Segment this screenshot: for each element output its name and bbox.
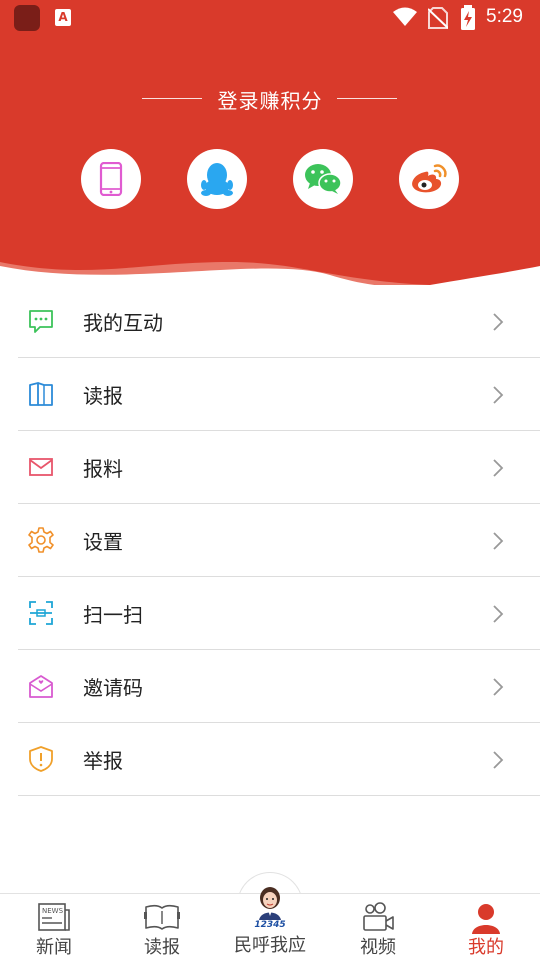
profile-icon (472, 904, 500, 934)
scan-icon (29, 601, 53, 625)
menu-item-invite-code[interactable]: 邀请码 (18, 650, 540, 723)
menu-item-scan[interactable]: 扫一扫 (18, 577, 540, 650)
chevron-right-icon (493, 532, 504, 550)
bottom-nav: NEWS 新闻 读报 12345 民呼我应 视频 我的 (0, 887, 540, 960)
menu-item-report[interactable]: 举报 (18, 723, 540, 796)
qq-icon (201, 163, 233, 196)
nav-tab-label: 民呼我应 (234, 935, 306, 956)
menu-item-my-interactions[interactable]: 我的互动 (18, 285, 540, 358)
menu-item-label: 设置 (83, 530, 123, 554)
wifi-icon (393, 7, 417, 26)
qq-login-button[interactable] (187, 149, 247, 209)
nav-tab-news[interactable]: NEWS 新闻 (0, 894, 108, 960)
status-bar: A 5:29 (0, 0, 540, 36)
app-badge-icon: A (55, 9, 71, 26)
battery-charging-icon (461, 5, 475, 30)
menu-item-read-paper[interactable]: 读报 (18, 358, 540, 431)
menu-item-label: 邀请码 (83, 676, 143, 700)
phone-icon (99, 162, 123, 196)
nav-tab-read-paper[interactable]: 读报 (108, 894, 216, 960)
profile-header: A 5:29 登录赚积分 (0, 0, 540, 285)
wechat-login-button[interactable] (293, 149, 353, 209)
nav-tab-label: 视频 (360, 937, 396, 958)
divider-right (337, 98, 397, 99)
weibo-icon (412, 164, 447, 193)
menu-item-label: 举报 (83, 749, 123, 773)
nav-tab-video[interactable]: 视频 (324, 894, 432, 960)
nav-tab-label: 读报 (144, 937, 180, 958)
video-icon (363, 902, 394, 931)
chevron-right-icon (493, 459, 504, 477)
nav-tab-profile[interactable]: 我的 (432, 894, 540, 960)
menu-item-submit-tip[interactable]: 报料 (18, 431, 540, 504)
chevron-right-icon (493, 751, 504, 769)
gear-icon (28, 527, 54, 553)
menu-item-label: 读报 (83, 384, 123, 408)
chevron-right-icon (493, 678, 504, 696)
paper-icon (144, 904, 180, 930)
chevron-right-icon (493, 386, 504, 404)
mail-icon (29, 458, 53, 476)
service-number: 12345 (254, 920, 286, 930)
header-wave (0, 262, 540, 285)
report-shield-icon (29, 746, 53, 772)
menu-list: 我的互动 读报 报料 设置 扫一扫 邀请码 举报 (18, 285, 540, 796)
nav-tab-citizen-service[interactable]: 12345 民呼我应 (216, 887, 324, 960)
nav-tab-label: 新闻 (36, 937, 72, 958)
chat-icon (29, 310, 53, 333)
no-sim-icon (428, 7, 448, 29)
menu-item-label: 报料 (83, 457, 123, 481)
menu-item-settings[interactable]: 设置 (18, 504, 540, 577)
weibo-login-button[interactable] (399, 149, 459, 209)
newspaper-book-icon (29, 382, 53, 406)
wechat-icon (305, 164, 342, 194)
chevron-right-icon (493, 313, 504, 331)
menu-item-label: 扫一扫 (83, 603, 143, 627)
app-notification-icon (14, 5, 40, 31)
chevron-right-icon (493, 605, 504, 623)
clock: 5:29 (486, 6, 523, 27)
nav-tab-label: 我的 (468, 937, 504, 958)
menu-item-label: 我的互动 (83, 311, 163, 335)
news-icon: NEWS (38, 903, 70, 931)
phone-login-button[interactable] (81, 149, 141, 209)
svg-text:NEWS: NEWS (42, 907, 64, 915)
login-title[interactable]: 登录赚积分 (0, 85, 540, 114)
invite-icon (29, 675, 53, 698)
